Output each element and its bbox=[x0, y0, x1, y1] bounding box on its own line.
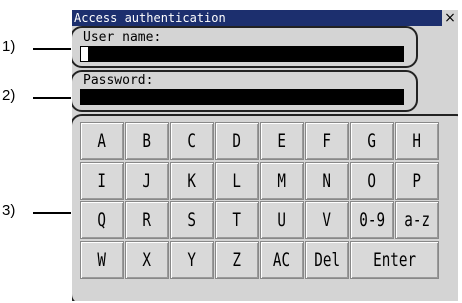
key-label: N bbox=[322, 169, 332, 192]
key-label: G bbox=[367, 130, 377, 152]
key-label: K bbox=[187, 169, 197, 192]
key-w[interactable]: W bbox=[80, 240, 124, 279]
key-label: T bbox=[232, 209, 242, 231]
window-title: Access authentication bbox=[74, 11, 226, 25]
key-label: P bbox=[412, 169, 422, 192]
key-p[interactable]: P bbox=[395, 161, 439, 200]
key-label: a-z bbox=[403, 209, 430, 231]
password-input[interactable] bbox=[80, 89, 404, 105]
key-f[interactable]: F bbox=[305, 122, 349, 160]
key-m[interactable]: M bbox=[260, 161, 304, 200]
username-input[interactable] bbox=[80, 46, 404, 62]
callout-1-leader bbox=[33, 48, 71, 50]
key-label: E bbox=[277, 130, 287, 152]
window-titlebar: Access authentication × bbox=[72, 10, 458, 26]
close-icon[interactable]: × bbox=[442, 10, 458, 26]
key-k[interactable]: K bbox=[170, 161, 214, 200]
password-label: Password: bbox=[83, 73, 154, 88]
callout-1: 1) bbox=[2, 38, 16, 55]
key-label: H bbox=[412, 130, 422, 152]
key-label: M bbox=[277, 169, 287, 192]
key-c[interactable]: C bbox=[170, 122, 214, 160]
key-h[interactable]: H bbox=[395, 122, 439, 160]
key-q[interactable]: Q bbox=[80, 201, 124, 239]
key-v[interactable]: V bbox=[305, 201, 349, 239]
key-label: R bbox=[142, 209, 152, 231]
text-cursor bbox=[81, 47, 88, 61]
key-r[interactable]: R bbox=[125, 201, 169, 239]
key-i[interactable]: I bbox=[80, 161, 124, 200]
access-authentication-window: Access authentication × User name: Passw… bbox=[72, 10, 458, 301]
key-y[interactable]: Y bbox=[170, 240, 214, 279]
key-label: Q bbox=[97, 209, 107, 231]
key-ac[interactable]: AC bbox=[260, 240, 304, 279]
key-z[interactable]: Z bbox=[215, 240, 259, 279]
callout-3-leader bbox=[33, 212, 71, 214]
key-label: X bbox=[142, 248, 152, 271]
key-label: J bbox=[142, 169, 152, 192]
key-s[interactable]: S bbox=[170, 201, 214, 239]
key-label: V bbox=[322, 209, 332, 231]
key-enter[interactable]: Enter bbox=[350, 240, 439, 279]
key-label: L bbox=[232, 169, 242, 192]
key-label: AC bbox=[273, 248, 291, 271]
key-a[interactable]: A bbox=[80, 122, 124, 160]
key-label: I bbox=[97, 169, 107, 192]
callout-3: 3) bbox=[2, 202, 16, 219]
callout-2-leader bbox=[33, 97, 71, 99]
key-label: Z bbox=[232, 248, 242, 271]
key-j[interactable]: J bbox=[125, 161, 169, 200]
key-label: Del bbox=[313, 248, 340, 271]
key-label: A bbox=[97, 130, 107, 152]
key-a-z[interactable]: a-z bbox=[395, 201, 439, 239]
key-label: B bbox=[142, 130, 152, 152]
key-label: D bbox=[232, 130, 242, 152]
key-label: O bbox=[367, 169, 377, 192]
username-label: User name: bbox=[83, 30, 162, 45]
key-label: U bbox=[277, 209, 287, 231]
key-x[interactable]: X bbox=[125, 240, 169, 279]
key-b[interactable]: B bbox=[125, 122, 169, 160]
key-l[interactable]: L bbox=[215, 161, 259, 200]
key-label: S bbox=[187, 209, 197, 231]
key-label: Y bbox=[187, 248, 197, 271]
callout-2: 2) bbox=[2, 87, 16, 104]
key-label: Enter bbox=[372, 248, 416, 271]
key-label: 0-9 bbox=[358, 209, 385, 231]
key-0-9[interactable]: 0-9 bbox=[350, 201, 394, 239]
key-e[interactable]: E bbox=[260, 122, 304, 160]
key-o[interactable]: O bbox=[350, 161, 394, 200]
key-d[interactable]: D bbox=[215, 122, 259, 160]
key-label: W bbox=[97, 248, 107, 271]
key-n[interactable]: N bbox=[305, 161, 349, 200]
key-g[interactable]: G bbox=[350, 122, 394, 160]
key-label: C bbox=[187, 130, 197, 152]
key-del[interactable]: Del bbox=[305, 240, 349, 279]
key-t[interactable]: T bbox=[215, 201, 259, 239]
key-label: F bbox=[322, 130, 332, 152]
key-u[interactable]: U bbox=[260, 201, 304, 239]
